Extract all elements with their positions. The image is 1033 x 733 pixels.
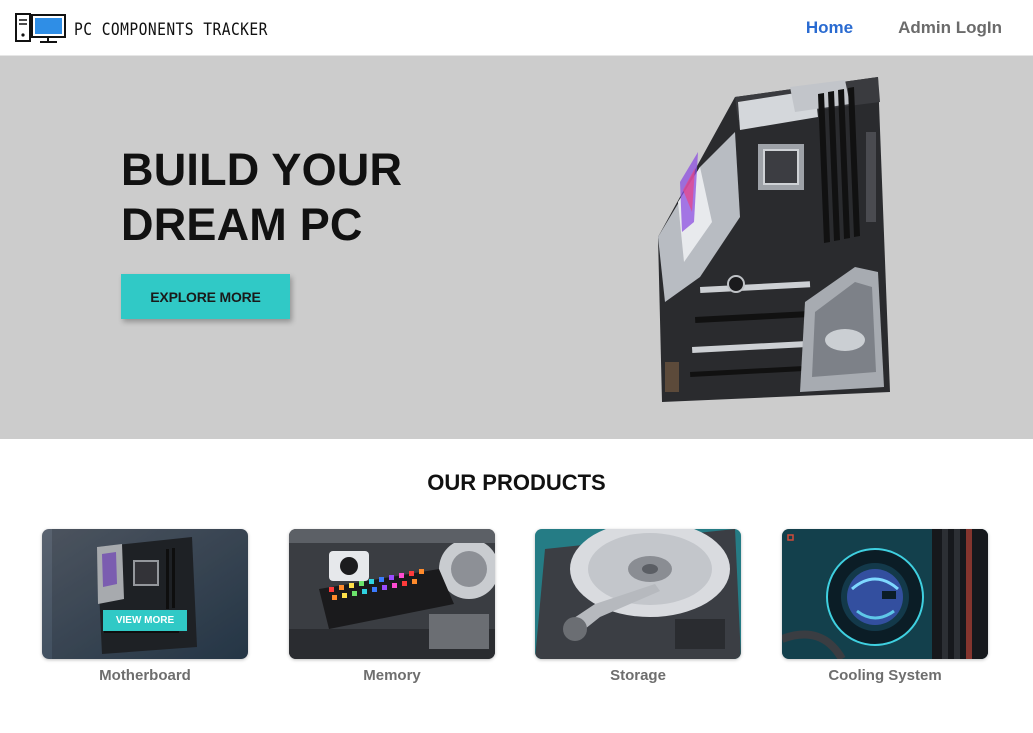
view-more-button[interactable]: VIEW MORE: [103, 610, 187, 631]
product-label[interactable]: Cooling System: [782, 667, 988, 684]
motherboard-hero-image: [640, 72, 910, 407]
hero-banner: BUILD YOUR DREAM PC EXPLORE MORE: [0, 56, 1033, 439]
memory-product-image[interactable]: [289, 529, 495, 659]
brand[interactable]: PC COMPONENTS TRACKER: [14, 11, 299, 49]
nav-links: Home Admin LogIn: [761, 0, 1002, 56]
hero-title-line1: BUILD YOUR: [121, 144, 403, 195]
product-label[interactable]: Memory: [289, 667, 495, 684]
pc-monitor-logo-icon: [14, 11, 68, 49]
brand-name: PC COMPONENTS TRACKER: [74, 20, 268, 40]
motherboard-product-image[interactable]: VIEW MORE: [42, 529, 248, 659]
storage-product-image[interactable]: [535, 529, 741, 659]
product-card-storage[interactable]: Storage: [535, 529, 741, 684]
product-label[interactable]: Motherboard: [42, 667, 248, 684]
navbar: PC COMPONENTS TRACKER Home Admin LogIn: [0, 0, 1033, 56]
product-card-motherboard[interactable]: VIEW MORE Motherboard: [42, 529, 248, 684]
product-card-cooling-system[interactable]: Cooling System: [782, 529, 988, 684]
products-section-title: OUR PRODUCTS: [427, 470, 606, 495]
cooling-system-product-image[interactable]: [782, 529, 988, 659]
hero-title-line2: DREAM PC: [121, 199, 363, 250]
nav-admin-login-link[interactable]: Admin LogIn: [898, 18, 1002, 38]
nav-home-link[interactable]: Home: [806, 18, 853, 38]
hero-title: BUILD YOUR DREAM PC: [121, 142, 402, 252]
product-label[interactable]: Storage: [535, 667, 741, 684]
explore-more-button[interactable]: EXPLORE MORE: [121, 274, 290, 319]
product-card-memory[interactable]: Memory: [289, 529, 495, 684]
